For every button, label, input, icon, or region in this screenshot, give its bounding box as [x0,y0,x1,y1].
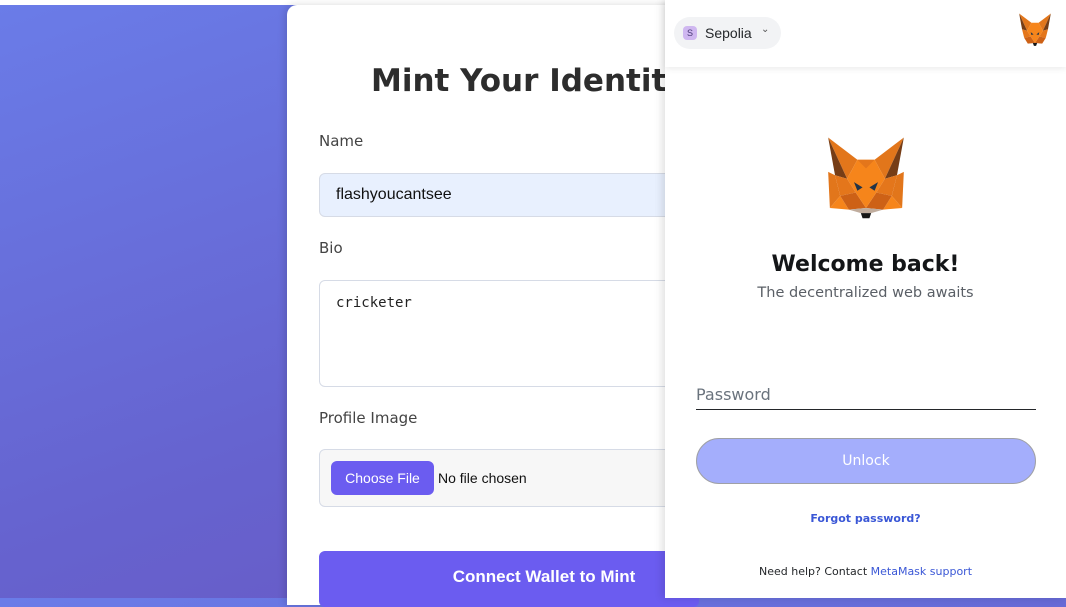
profile-image-input[interactable]: Choose File No file chosen [319,449,699,507]
password-input[interactable] [696,380,1036,410]
chevron-down-icon: ⌄ [761,24,770,35]
profile-image-label: Profile Image [319,409,418,427]
bio-label: Bio [319,239,343,257]
help-text: Need help? Contact MetaMask support [665,565,1066,578]
metamask-header: S Sepolia ⌄ [665,0,1066,67]
welcome-heading: Welcome back! [771,252,960,277]
help-prefix: Need help? Contact [758,565,868,578]
forgot-password-link[interactable]: Forgot password? [665,512,1066,525]
metamask-support-link[interactable]: MetaMask support [871,565,972,578]
metamask-popup: S Sepolia ⌄ Welcome back! The decentrali… [665,0,1066,598]
choose-file-button[interactable]: Choose File [331,461,434,495]
connect-wallet-button[interactable]: Connect Wallet to Mint [319,551,699,607]
network-badge: S [683,26,697,40]
metamask-fox-icon [1019,13,1051,46]
file-status-text: No file chosen [438,470,527,486]
network-selector[interactable]: S Sepolia ⌄ [674,17,781,49]
welcome-tagline: The decentralized web awaits [757,285,974,301]
metamask-fox-logo [828,137,904,219]
unlock-button[interactable]: Unlock [696,438,1036,484]
name-input[interactable]: flashyoucantsee [319,173,699,217]
name-label: Name [319,132,364,150]
bio-textarea[interactable]: cricketer [319,280,699,387]
network-name: Sepolia [705,25,752,41]
mint-card: Mint Your Identity N Name flashyoucantse… [287,5,723,607]
